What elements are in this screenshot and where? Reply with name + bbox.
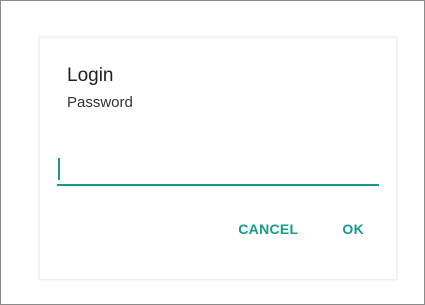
window-frame: Login Password CANCEL OK xyxy=(0,0,425,305)
password-input[interactable] xyxy=(57,152,379,186)
text-cursor xyxy=(58,158,60,180)
dialog-message: Password xyxy=(67,94,133,111)
password-field-container xyxy=(57,152,379,188)
login-dialog: Login Password CANCEL OK xyxy=(39,37,397,280)
dialog-title: Login xyxy=(67,65,114,86)
dialog-actions: CANCEL OK xyxy=(238,221,364,237)
ok-button[interactable]: OK xyxy=(342,221,364,237)
cancel-button[interactable]: CANCEL xyxy=(238,221,298,237)
